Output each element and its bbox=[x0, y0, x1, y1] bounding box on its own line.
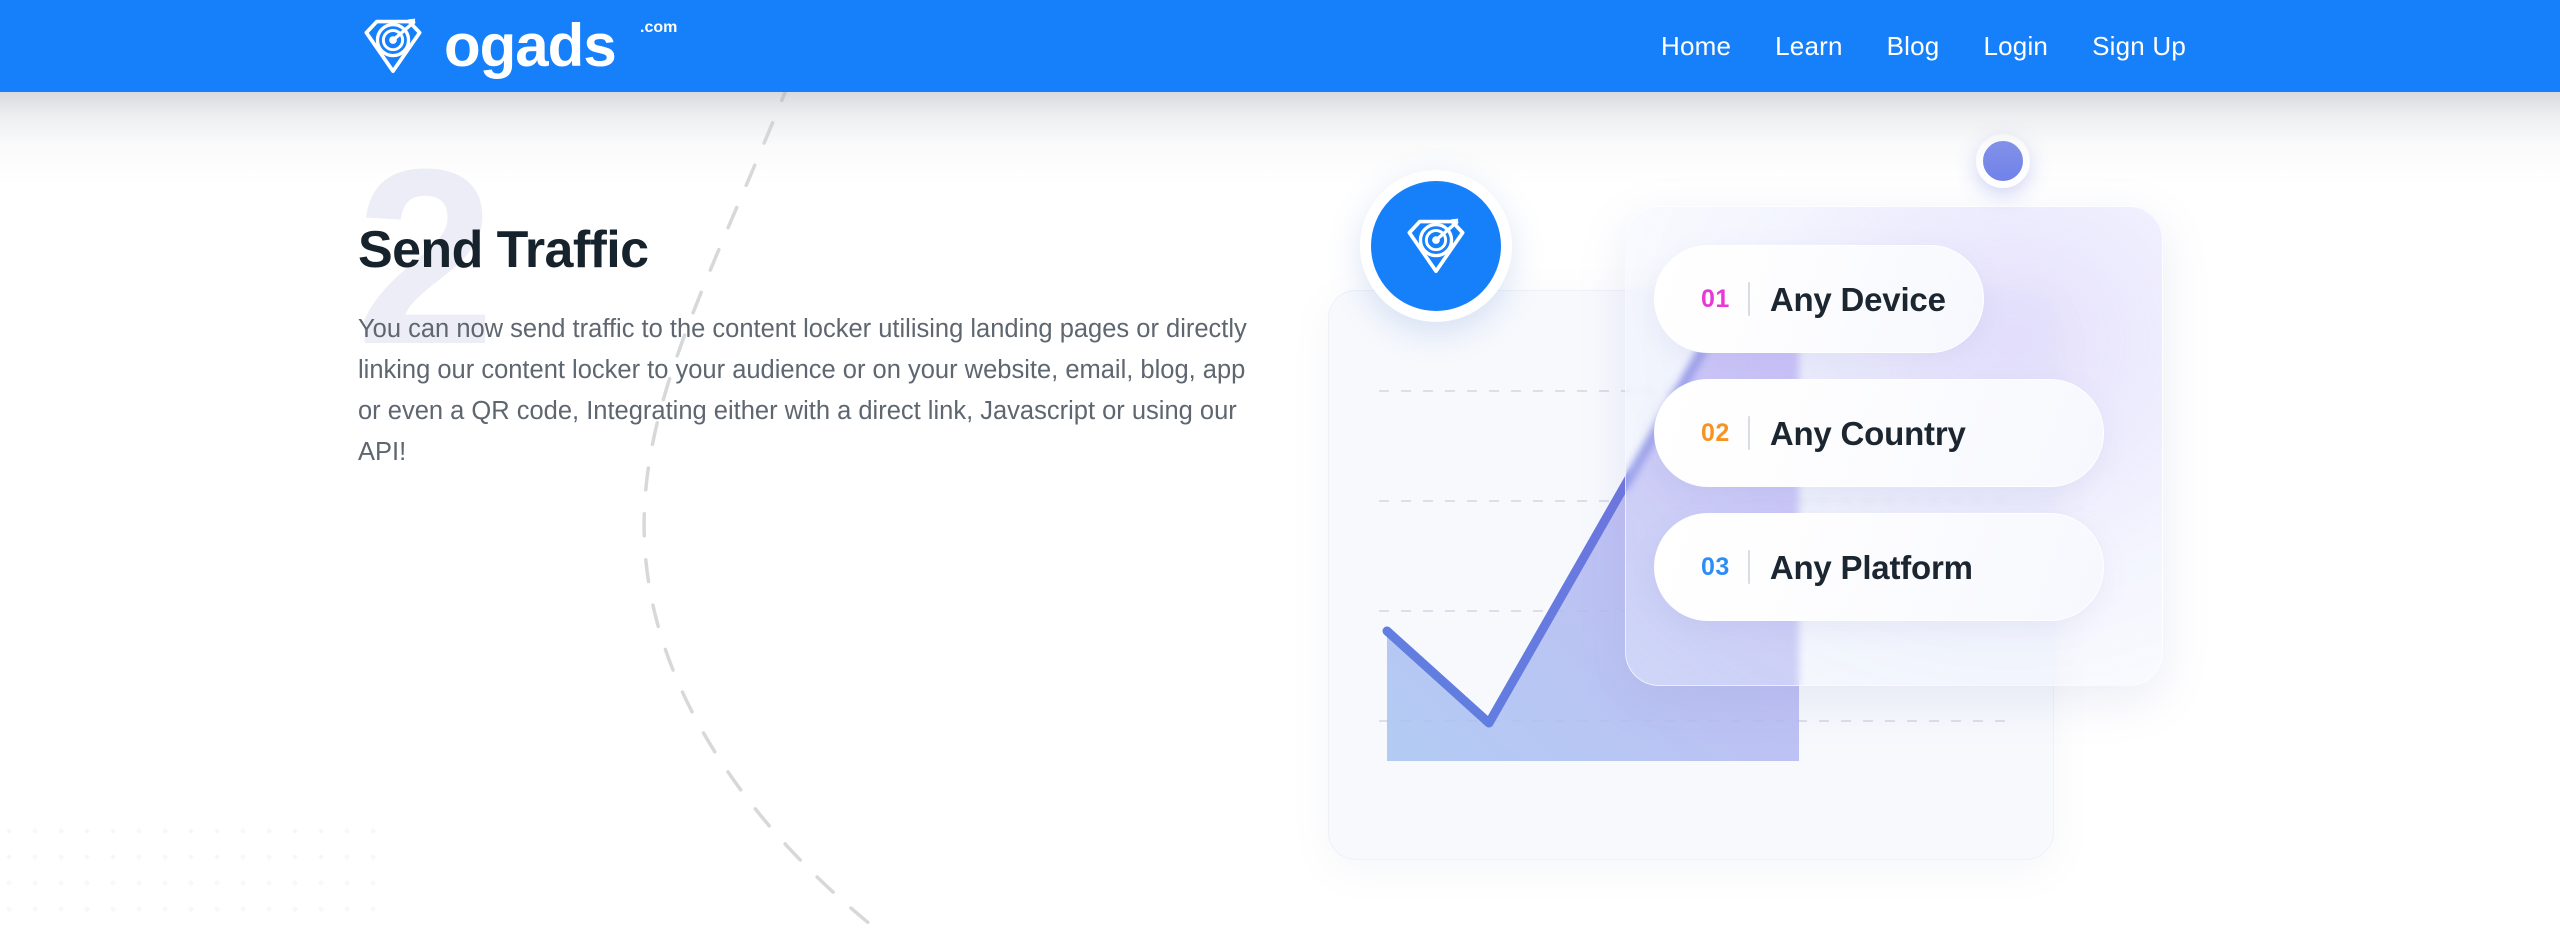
feature-label: Any Country bbox=[1769, 414, 1966, 452]
feature-number: 02 bbox=[1701, 418, 1730, 447]
dashed-decorative-curve bbox=[642, 80, 878, 928]
page-root: ogads .com Home Learn Blog Login Sign Up… bbox=[0, 0, 2560, 928]
nav-item-home[interactable]: Home bbox=[1639, 23, 1753, 69]
main-navigation: Home Learn Blog Login Sign Up bbox=[1639, 0, 2208, 92]
dot-grid-decoration bbox=[0, 818, 390, 928]
svg-text:ogads: ogads bbox=[444, 12, 616, 79]
feature-number: 01 bbox=[1701, 284, 1730, 313]
features-glass-card: 01 Any Device 02 Any Country 03 Any Plat… bbox=[1625, 206, 2163, 686]
diamond-target-icon bbox=[1407, 218, 1465, 274]
brand-logo[interactable]: ogads .com bbox=[356, 8, 704, 84]
traffic-illustration: 01 Any Device 02 Any Country 03 Any Plat… bbox=[1320, 134, 2200, 890]
step-description: You can now send traffic to the content … bbox=[358, 315, 1247, 466]
feature-label: Any Platform bbox=[1769, 548, 1973, 586]
page-title: Send Traffic bbox=[358, 221, 649, 279]
feature-pill-any-platform[interactable]: 03 Any Platform bbox=[1654, 513, 2104, 621]
pill-divider bbox=[1747, 550, 1750, 584]
site-header: ogads .com Home Learn Blog Login Sign Up bbox=[0, 0, 2560, 92]
brand-wordmark: ogads .com bbox=[444, 10, 704, 82]
diamond-target-icon bbox=[356, 9, 430, 83]
nav-item-learn[interactable]: Learn bbox=[1753, 23, 1865, 69]
nav-item-blog[interactable]: Blog bbox=[1865, 23, 1962, 69]
feature-pill-any-country[interactable]: 02 Any Country bbox=[1654, 379, 2104, 487]
logo-badge bbox=[1360, 170, 1512, 322]
feature-pill-any-device[interactable]: 01 Any Device bbox=[1654, 245, 1984, 353]
step-content: 2 Send Traffic You can now send traffic … bbox=[356, 132, 1278, 472]
svg-text:.com: .com bbox=[640, 19, 677, 36]
pill-divider bbox=[1747, 282, 1750, 316]
chart-peak-dot bbox=[1976, 134, 2030, 188]
feature-label: Any Device bbox=[1769, 280, 1946, 318]
pill-divider bbox=[1747, 416, 1750, 450]
nav-item-signup[interactable]: Sign Up bbox=[2070, 23, 2208, 69]
feature-number: 03 bbox=[1701, 552, 1730, 581]
nav-item-login[interactable]: Login bbox=[1961, 23, 2070, 69]
